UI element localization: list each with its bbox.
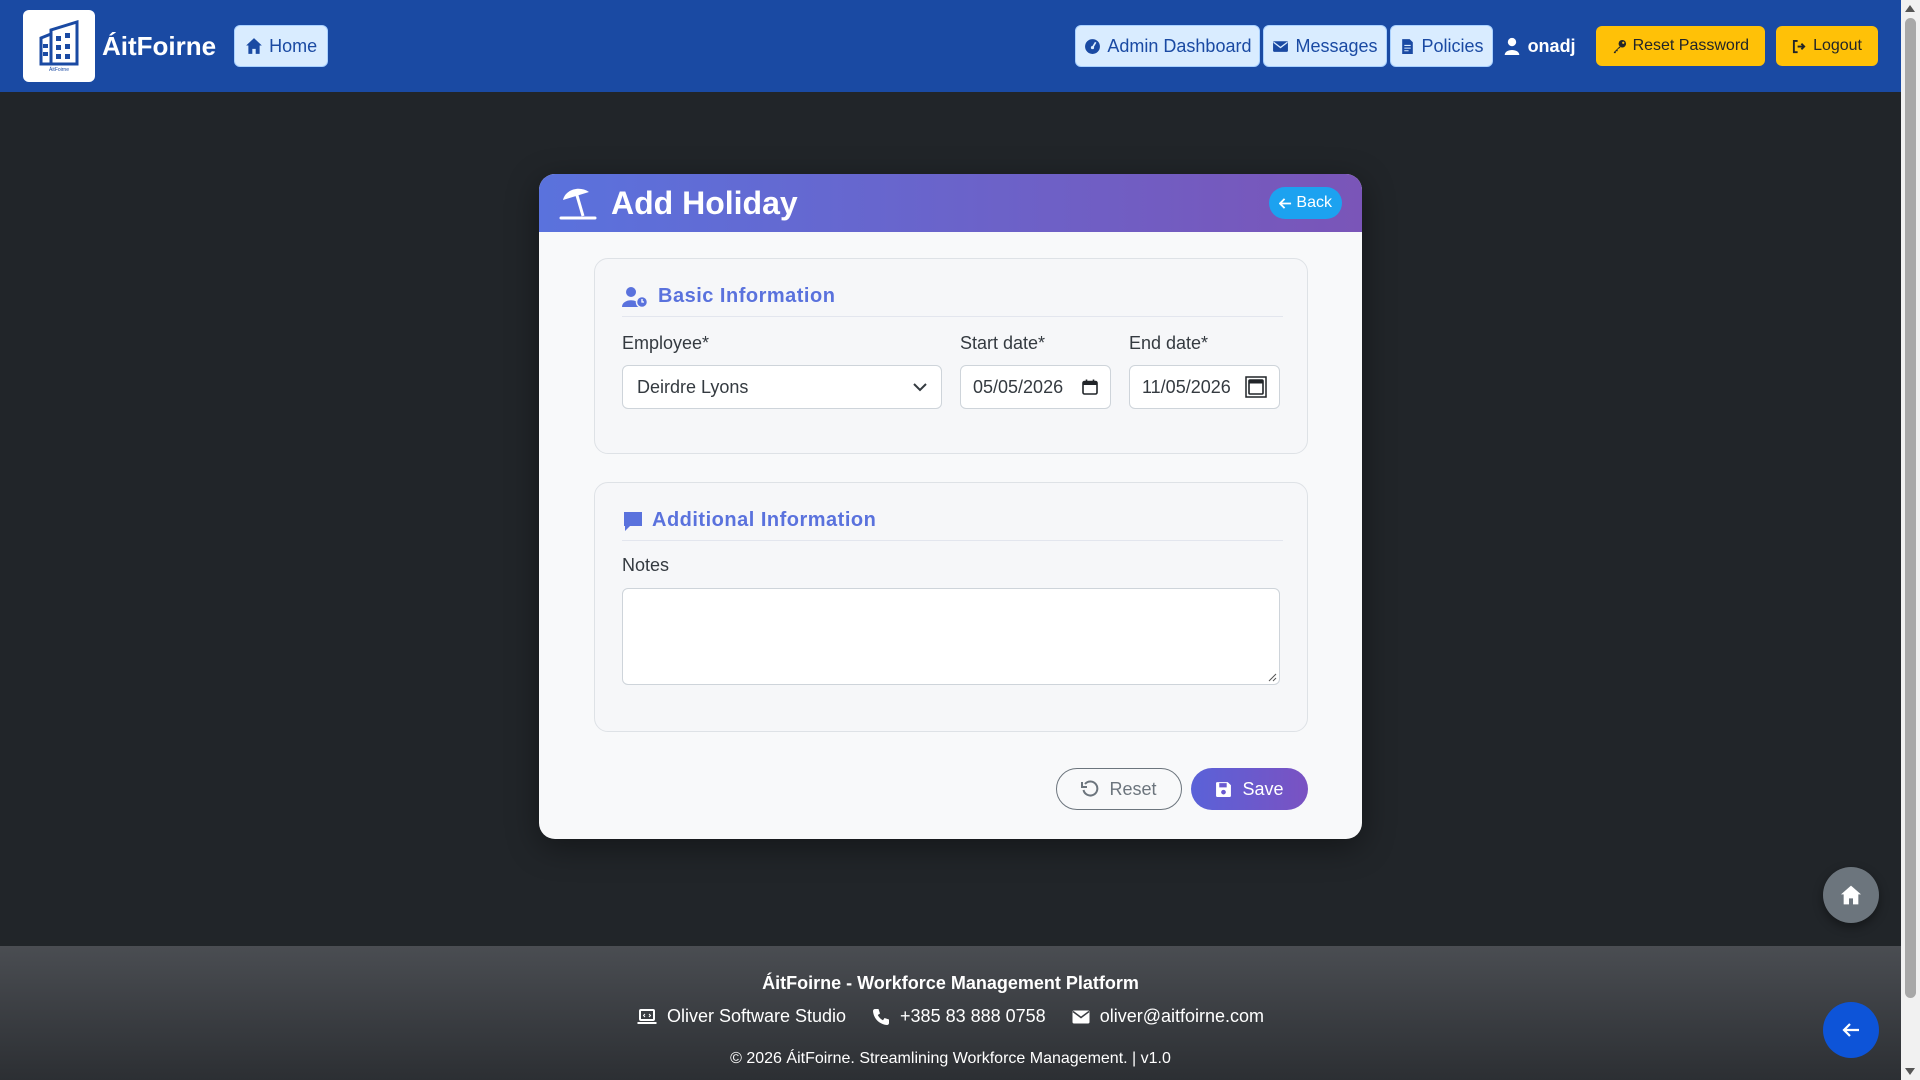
footer: ÁitFoirne - Workforce Management Platfor…: [0, 946, 1901, 1080]
floating-home-button[interactable]: [1823, 867, 1879, 923]
footer-phone: +385 83 888 0758: [872, 1006, 1046, 1027]
floppy-disk-icon: [1216, 781, 1232, 797]
envelope-icon: [1072, 1010, 1090, 1023]
footer-copyright: © 2026 ÁitFoirne. Streamlining Workforce…: [730, 1050, 1171, 1067]
start-date-input[interactable]: 05/05/2026: [960, 365, 1111, 409]
notes-label: Notes: [622, 555, 670, 575]
page-scrollbar[interactable]: [1901, 0, 1920, 1080]
comment-icon: [624, 511, 642, 531]
admin-dashboard-button[interactable]: Admin Dashboard: [1075, 25, 1261, 67]
start-date-value: 05/05/2026: [973, 376, 1064, 397]
scroll-down-arrow-icon[interactable]: [1905, 1068, 1915, 1075]
floating-back-button[interactable]: [1823, 1002, 1879, 1058]
footer-email-address[interactable]: oliver@aitfoirne.com: [1100, 1006, 1264, 1027]
user-info: onadj: [1504, 36, 1576, 57]
house-icon: [1841, 885, 1861, 905]
user-icon: [1504, 37, 1519, 55]
scroll-thumb[interactable]: [1905, 18, 1916, 998]
arrow-left-icon: [1842, 1023, 1859, 1037]
arrow-left-icon: [1279, 197, 1292, 209]
logout-button[interactable]: Logout: [1776, 26, 1878, 66]
save-button[interactable]: Save: [1191, 768, 1308, 810]
page-title: Add Holiday: [611, 184, 798, 221]
policies-button[interactable]: Policies: [1389, 25, 1493, 67]
additional-information-title: Additional Information: [652, 509, 877, 531]
messages-button[interactable]: Messages: [1263, 25, 1387, 67]
username: onadj: [1527, 35, 1576, 56]
employee-label: Employee*: [622, 333, 710, 353]
employee-select[interactable]: Deirdre Lyons: [622, 365, 942, 409]
card-header: Add Holiday Back: [539, 174, 1362, 232]
additional-information-section: Additional Information Notes: [594, 482, 1308, 732]
file-icon: [1401, 38, 1413, 54]
save-label: Save: [1242, 778, 1284, 799]
end-date-input[interactable]: 11/05/2026: [1129, 365, 1280, 409]
basic-information-title: Basic Information: [658, 285, 836, 307]
add-holiday-card: Add Holiday Back Basic Information Emplo…: [539, 174, 1362, 839]
navbar: ÁitFoirne ÁitFoirne Home Admin Dashboard…: [0, 0, 1901, 92]
user-clock-icon: [622, 286, 648, 308]
footer-email: oliver@aitfoirne.com: [1072, 1006, 1264, 1027]
key-icon: [1613, 39, 1626, 53]
reset-label: Reset: [1109, 778, 1157, 799]
calendar-icon[interactable]: [1082, 379, 1098, 395]
back-label: Back: [1296, 194, 1332, 211]
messages-label: Messages: [1295, 35, 1378, 56]
footer-contacts: Oliver Software Studio +385 83 888 0758 …: [0, 1006, 1901, 1027]
back-button[interactable]: Back: [1269, 187, 1342, 219]
footer-brandline: ÁitFoirne - Workforce Management Platfor…: [762, 973, 1139, 993]
scroll-up-arrow-icon[interactable]: [1905, 5, 1915, 12]
basic-information-heading: Basic Information: [622, 285, 1283, 317]
nav-right: Admin Dashboard Messages Policies onadj …: [1075, 25, 1878, 67]
footer-studio-name: Oliver Software Studio: [666, 1006, 847, 1026]
reset-button[interactable]: Reset: [1056, 768, 1182, 810]
resize-handle-icon[interactable]: [1267, 672, 1277, 682]
gauge-icon: [1085, 38, 1101, 54]
phone-icon: [873, 1008, 890, 1025]
basic-information-section: Basic Information Employee* Deirdre Lyon…: [594, 258, 1308, 454]
brand-name[interactable]: ÁitFoirne: [102, 31, 216, 62]
footer-studio: Oliver Software Studio: [637, 1006, 846, 1027]
calendar-icon[interactable]: [1245, 376, 1267, 398]
envelope-icon: [1273, 40, 1289, 52]
laptop-code-icon: [637, 1008, 657, 1024]
umbrella-beach-icon: [559, 188, 597, 220]
logo-caption: ÁitFoirne: [48, 66, 69, 73]
undo-icon: [1081, 780, 1099, 797]
home-nav-button[interactable]: Home: [234, 25, 329, 67]
house-icon: [246, 38, 262, 54]
end-date-label: End date*: [1129, 333, 1209, 353]
start-date-label: Start date*: [960, 333, 1046, 353]
brand-logo[interactable]: ÁitFoirne: [23, 10, 95, 82]
end-date-value: 11/05/2026: [1142, 376, 1231, 397]
sign-out-icon: [1793, 39, 1806, 53]
employee-value: Deirdre Lyons: [637, 376, 749, 397]
policies-label: Policies: [1421, 35, 1484, 56]
logout-label: Logout: [1813, 37, 1862, 54]
home-nav-label: Home: [269, 35, 318, 56]
notes-textarea[interactable]: [622, 588, 1280, 685]
reset-password-label: Reset Password: [1632, 37, 1750, 54]
additional-information-heading: Additional Information: [622, 509, 1283, 541]
footer-phone-number: +385 83 888 0758: [900, 1006, 1046, 1026]
building-icon: [39, 19, 79, 65]
admin-dashboard-label: Admin Dashboard: [1107, 35, 1252, 56]
reset-password-button[interactable]: Reset Password: [1595, 26, 1766, 66]
chevron-down-icon: [913, 383, 927, 392]
